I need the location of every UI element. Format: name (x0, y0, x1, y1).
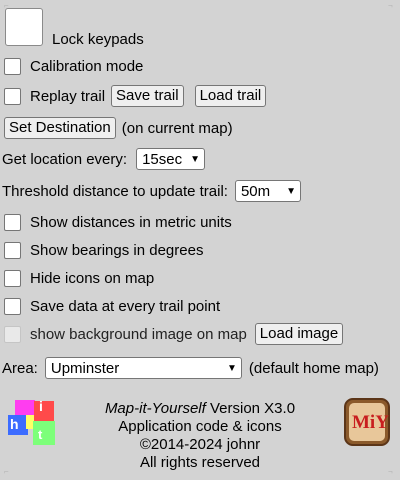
threshold-select[interactable]: 50m ▼ (234, 180, 301, 202)
replay-checkbox[interactable] (4, 87, 21, 105)
save-every-point-checkbox[interactable] (4, 298, 21, 315)
hide-icons-label: Hide icons on map (30, 270, 155, 287)
location-interval-row: Get location every: 15sec ▼ (2, 148, 206, 170)
miy-badge-logo[interactable]: MiY (344, 398, 390, 446)
logo-letter-i: i (39, 398, 43, 414)
background-image-checkbox[interactable] (4, 325, 21, 343)
corner-mark-br: ¬ (388, 467, 393, 476)
load-trail-button[interactable]: Load trail (194, 85, 267, 107)
lock-keypads-checkbox[interactable] (5, 8, 43, 46)
background-image-label: show background image on map (30, 325, 247, 343)
app-version: Version X3.0 (205, 400, 296, 417)
about-line-4: All rights reserved (139, 454, 261, 471)
threshold-row: Threshold distance to update trail: 50m … (2, 180, 301, 202)
threshold-label: Threshold distance to update trail: (2, 182, 228, 200)
bearings-degrees-checkbox[interactable] (4, 242, 21, 259)
logo-tile-red (34, 401, 54, 421)
area-label: Area: (2, 359, 38, 377)
background-image-row: show background image on map Load image (4, 323, 344, 345)
area-select[interactable]: Upminster ▼ (44, 357, 242, 379)
logo-letter-h: h (10, 416, 19, 432)
hide-icons-row: Hide icons on map (4, 270, 154, 287)
location-interval-label: Get location every: (2, 150, 128, 168)
chevron-down-icon: ▼ (226, 362, 237, 374)
save-every-point-row: Save data at every trail point (4, 298, 220, 315)
metric-units-row: Show distances in metric units (4, 214, 232, 231)
destination-note: (on current map) (121, 119, 233, 137)
lock-keypads-label: Lock keypads (52, 31, 144, 48)
about-title: Map-it-Yourself Version X3.0 (70, 400, 330, 418)
calibration-row: Calibration mode (4, 58, 143, 75)
about-block: Map-it-Yourself Version X3.0 Application… (70, 400, 330, 472)
location-interval-select[interactable]: 15sec ▼ (136, 148, 206, 170)
corner-mark-tr: ¬ (388, 1, 393, 10)
load-image-button[interactable]: Load image (254, 323, 344, 345)
area-row: Area: Upminster ▼ (default home map) (2, 357, 379, 379)
save-every-point-label: Save data at every trail point (30, 298, 221, 315)
area-value: Upminster (50, 359, 120, 377)
hide-icons-checkbox[interactable] (4, 270, 21, 287)
about-line-3: ©2014-2024 johnr (139, 436, 261, 453)
badge-text: MiY (352, 412, 389, 433)
calibration-checkbox[interactable] (4, 58, 21, 75)
area-note: (default home map) (248, 359, 379, 377)
logo-tile-green (33, 421, 55, 445)
calibration-label: Calibration mode (30, 58, 144, 75)
logo-letter-t: t (38, 427, 43, 442)
metric-units-checkbox[interactable] (4, 214, 21, 231)
destination-row: Set Destination (on current map) (4, 117, 233, 139)
threshold-value: 50m (240, 182, 271, 200)
metric-units-label: Show distances in metric units (30, 214, 232, 231)
app-logo-left[interactable]: h i t (8, 397, 56, 447)
bearings-degrees-row: Show bearings in degrees (4, 242, 203, 259)
corner-mark-bl: ⌐ (4, 467, 9, 476)
location-interval-value: 15sec (142, 150, 183, 168)
app-name: Map-it-Yourself (104, 400, 206, 417)
replay-label: Replay trail (30, 87, 106, 105)
about-line-2: Application code & icons (118, 418, 282, 435)
chevron-down-icon: ▼ (190, 153, 201, 165)
set-destination-button[interactable]: Set Destination (4, 117, 116, 139)
replay-row: Replay trail Save trail Load trail (4, 85, 267, 107)
chevron-down-icon: ▼ (286, 185, 296, 197)
save-trail-button[interactable]: Save trail (111, 85, 184, 107)
bearings-degrees-label: Show bearings in degrees (30, 242, 204, 259)
